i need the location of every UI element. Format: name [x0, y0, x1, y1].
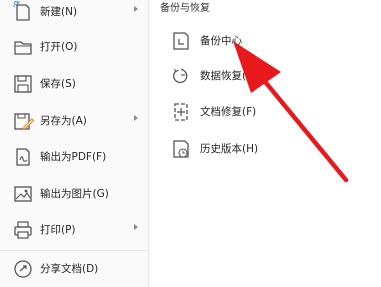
- backup-center-item[interactable]: 备份中心: [149, 26, 381, 56]
- printer-icon: [12, 219, 34, 241]
- menu-item-label: 输出为PDF(F): [40, 151, 107, 163]
- menu-item-save-as[interactable]: 另存为(A): [0, 106, 148, 136]
- file-menu-screen: 新建(N) 打开(O) 保存(S) 另存为(A) 输出为PDF(F) 输出为图片…: [0, 0, 381, 287]
- data-recovery-icon: [171, 65, 191, 87]
- menu-item-label: 另存为(A): [40, 115, 87, 127]
- chevron-right-icon: [134, 224, 138, 230]
- menu-item-export-pdf[interactable]: 输出为PDF(F): [0, 142, 148, 172]
- menu-item-label: 输出为图片(G): [40, 188, 109, 200]
- new-file-icon: [12, 1, 34, 23]
- menu-divider: [0, 250, 148, 251]
- share-icon: [12, 258, 34, 280]
- backup-panel: 备份与恢复 备份中心 数据恢复(R) 文档修复(F) 历史版本(H): [149, 0, 381, 287]
- menu-item-open[interactable]: 打开(O): [0, 32, 148, 62]
- folder-open-icon: [12, 36, 34, 58]
- export-image-icon: [12, 183, 34, 205]
- data-recovery-label: 数据恢复(R): [200, 70, 258, 82]
- document-repair-item[interactable]: 文档修复(F): [149, 97, 381, 127]
- backup-center-label: 备份中心: [200, 35, 242, 47]
- document-repair-icon: [171, 101, 191, 123]
- menu-item-print[interactable]: 打印(P): [0, 215, 148, 245]
- save-as-icon: [12, 110, 34, 132]
- menu-item-label: 新建(N): [40, 6, 78, 18]
- export-pdf-icon: [12, 146, 34, 168]
- chevron-right-icon: [134, 6, 138, 12]
- document-repair-label: 文档修复(F): [200, 106, 257, 118]
- menu-item-export-image[interactable]: 输出为图片(G): [0, 179, 148, 209]
- menu-item-share[interactable]: 分享文档(D): [0, 254, 148, 284]
- history-version-item[interactable]: 历史版本(H): [149, 134, 381, 164]
- menu-item-save[interactable]: 保存(S): [0, 69, 148, 99]
- data-recovery-item[interactable]: 数据恢复(R): [149, 61, 381, 91]
- save-icon: [12, 73, 34, 95]
- backup-center-icon: [171, 30, 191, 52]
- menu-item-label: 分享文档(D): [40, 263, 99, 275]
- menu-item-label: 打印(P): [40, 224, 76, 236]
- backup-panel-title: 备份与恢复: [160, 3, 210, 14]
- menu-item-label: 打开(O): [40, 41, 78, 53]
- menu-item-label: 保存(S): [40, 78, 76, 90]
- chevron-right-icon: [134, 115, 138, 121]
- history-version-label: 历史版本(H): [200, 143, 259, 155]
- history-version-icon: [171, 138, 191, 160]
- menu-item-new[interactable]: 新建(N): [0, 0, 148, 27]
- file-menu: 新建(N) 打开(O) 保存(S) 另存为(A) 输出为PDF(F) 输出为图片…: [0, 0, 149, 287]
